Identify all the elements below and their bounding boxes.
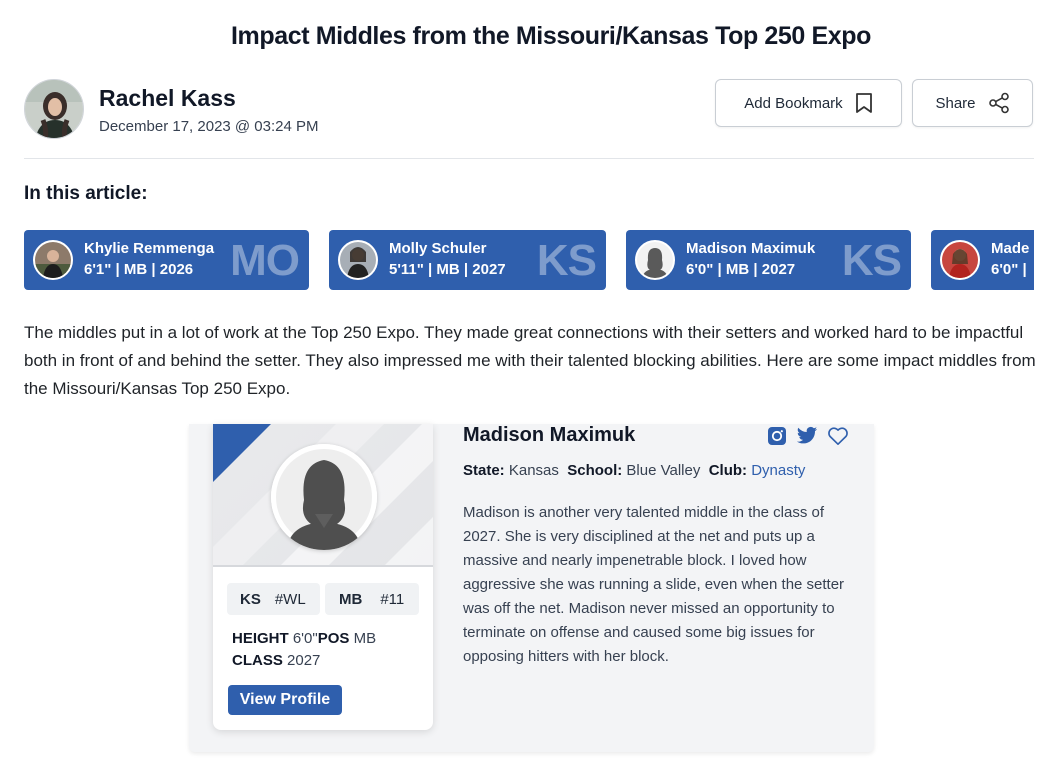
chip-name: Made [991, 240, 1030, 257]
author-row: Rachel Kass December 17, 2023 @ 03:24 PM… [24, 79, 1034, 141]
chip-name: Khylie Remmenga [84, 240, 215, 257]
author-avatar [24, 79, 84, 139]
social-links [767, 426, 849, 451]
club-link[interactable]: Dynasty [751, 462, 805, 479]
chip-avatar [940, 240, 980, 280]
twitter-icon[interactable] [796, 426, 818, 451]
state-field-label: State: [463, 462, 505, 479]
author-name[interactable]: Rachel Kass [99, 85, 236, 112]
player-profile-card: KS #WL MB #11 HEIGHT 6'0"POS MB CLASS 20… [213, 424, 433, 730]
player-bio: Madison is another very talented middle … [463, 504, 845, 665]
chip-meta: 5'11" | MB | 2027 [389, 261, 506, 278]
profile-card-header [213, 424, 433, 567]
chip-name: Madison Maximuk [686, 240, 816, 257]
state-rank-tag: KS #WL [227, 583, 320, 615]
pos-value: MB [353, 630, 377, 647]
player-chip[interactable]: Khylie Remmenga 6'1" | MB | 2026 MO [24, 230, 309, 290]
state-rank: #WL [274, 590, 306, 608]
position-rank: #11 [380, 590, 405, 608]
heart-icon[interactable] [827, 426, 849, 451]
bookmark-button-label: Add Bookmark [744, 94, 843, 112]
player-chip[interactable]: Made 6'0" | [931, 230, 1034, 290]
player-name[interactable]: Madison Maximuk [463, 424, 635, 447]
publish-date: December 17, 2023 @ 03:24 PM [99, 118, 319, 135]
chip-meta: 6'0" | [991, 261, 1027, 278]
chip-avatar [338, 240, 378, 280]
share-button[interactable]: Share [912, 79, 1033, 127]
player-facts: State: Kansas School: Blue Valley Club: … [463, 462, 805, 479]
class-label: CLASS [232, 652, 283, 669]
view-profile-button[interactable]: View Profile [228, 685, 342, 715]
school-value: Blue Valley [626, 462, 701, 479]
player-stats: HEIGHT 6'0"POS MB CLASS 2027 [232, 628, 376, 672]
share-icon [988, 92, 1010, 114]
player-chip[interactable]: Madison Maximuk 6'0" | MB | 2027 KS [626, 230, 911, 290]
article-intro: The middles put in a lot of work at the … [24, 323, 1036, 398]
chip-state: KS [841, 236, 902, 285]
club-label: Club: [708, 462, 748, 479]
chip-meta: 6'0" | MB | 2027 [686, 261, 796, 278]
player-avatar [271, 444, 377, 550]
chip-name: Molly Schuler [389, 240, 487, 257]
player-chip-carousel[interactable]: Khylie Remmenga 6'1" | MB | 2026 MO Moll… [24, 230, 1034, 290]
player-chip[interactable]: Molly Schuler 5'11" | MB | 2027 KS [329, 230, 606, 290]
position-tag: MB [339, 590, 363, 608]
article-title: Impact Middles from the Missouri/Kansas … [231, 22, 871, 50]
height-value: 6'0" [292, 630, 318, 647]
class-value: 2027 [287, 652, 321, 669]
chip-meta: 6'1" | MB | 2026 [84, 261, 194, 278]
school-label: School: [567, 462, 623, 479]
in-article-heading: In this article: [24, 183, 148, 204]
chip-state: KS [536, 236, 597, 285]
player-feature-card: KS #WL MB #11 HEIGHT 6'0"POS MB CLASS 20… [189, 424, 874, 752]
header-divider [24, 158, 1034, 159]
height-label: HEIGHT [232, 630, 289, 647]
instagram-icon[interactable] [767, 426, 787, 451]
chip-avatar [635, 240, 675, 280]
bookmark-icon [855, 92, 873, 114]
state-field-value: Kansas [508, 462, 559, 479]
chip-avatar [33, 240, 73, 280]
state-tag: KS [240, 590, 261, 608]
add-bookmark-button[interactable]: Add Bookmark [715, 79, 902, 127]
chip-state: MO [230, 236, 300, 285]
share-button-label: Share [935, 94, 976, 112]
pos-label: POS [317, 630, 350, 647]
position-rank-tag: MB #11 [325, 583, 419, 615]
